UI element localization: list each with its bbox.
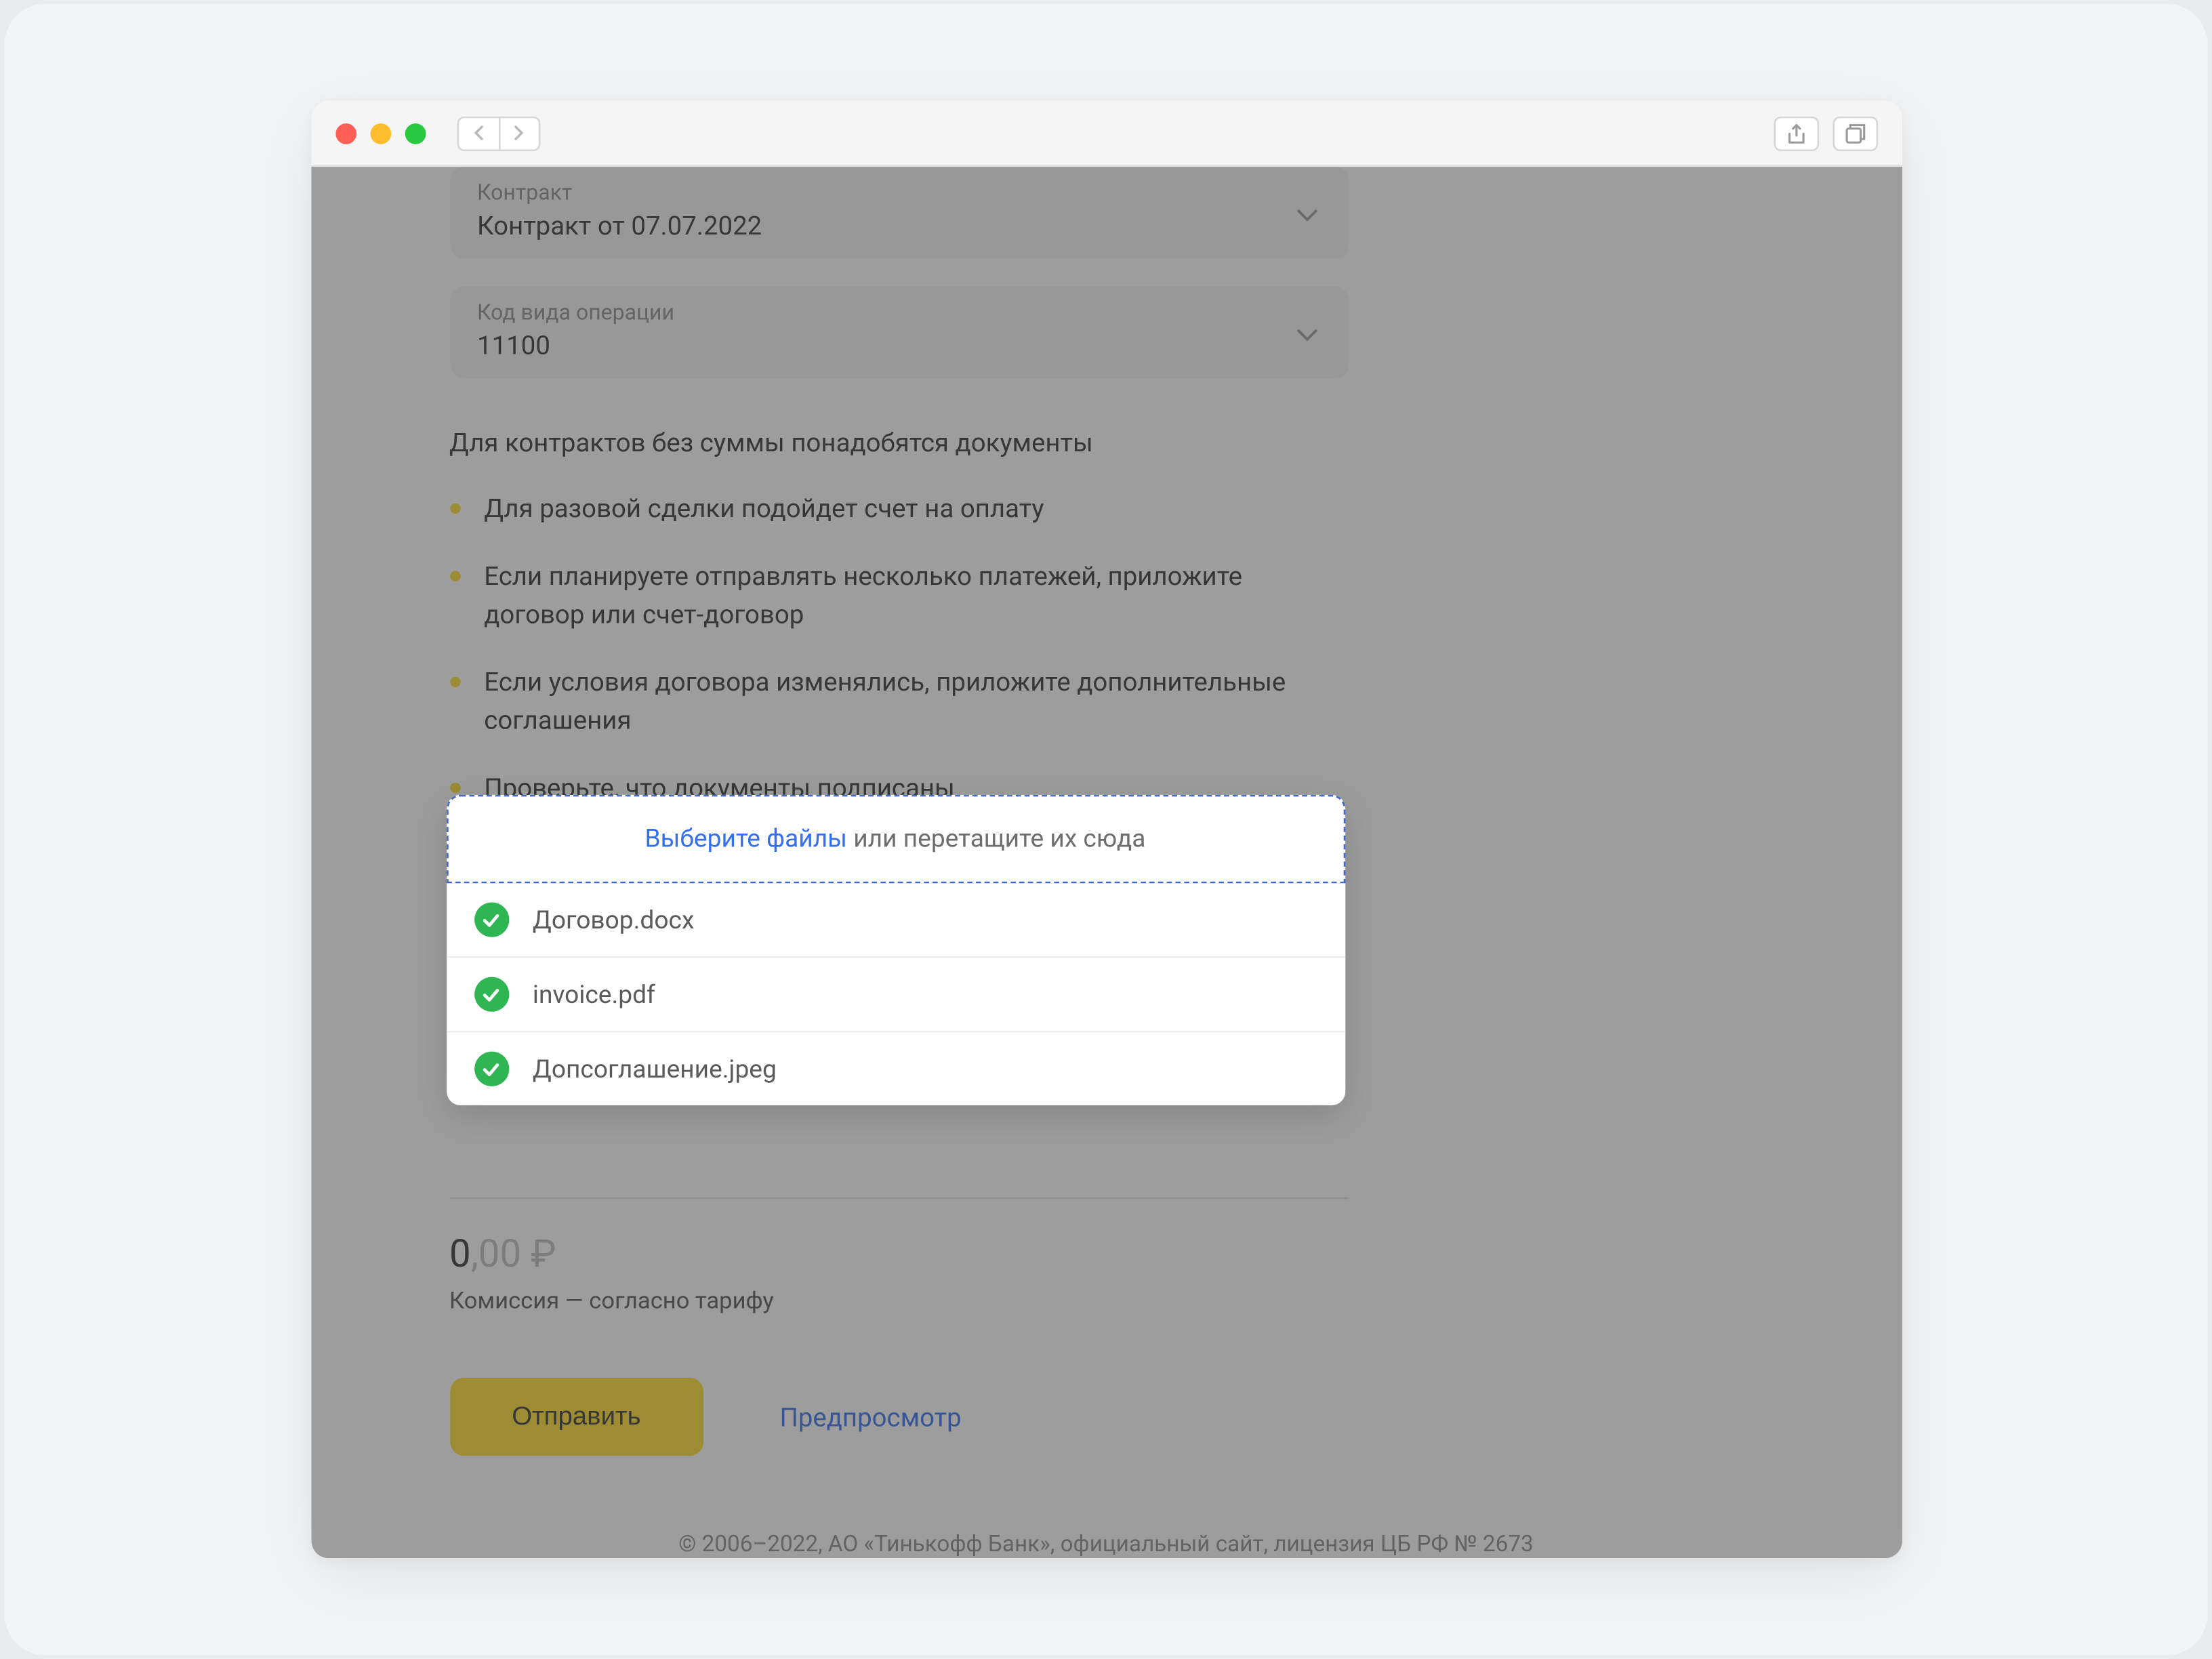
file-name: invoice.pdf [533, 979, 655, 1009]
titlebar-right [1773, 116, 1877, 150]
nav-buttons [456, 116, 539, 150]
share-button[interactable] [1773, 116, 1818, 150]
window-minimize-button[interactable] [369, 123, 390, 144]
file-item[interactable]: Допсоглашение.jpeg [446, 1033, 1345, 1106]
window-zoom-button[interactable] [404, 123, 425, 144]
file-item[interactable]: Договор.docx [446, 883, 1345, 958]
window-titlebar [310, 101, 1902, 167]
traffic-lights [335, 123, 425, 144]
check-circle-icon [474, 1052, 508, 1086]
dropzone-text: или перетащите их сюда [847, 824, 1145, 854]
choose-files-link[interactable]: Выберите файлы [644, 824, 847, 854]
file-name: Допсоглашение.jpeg [533, 1054, 777, 1084]
check-circle-icon [474, 977, 508, 1012]
chevron-left-icon [472, 125, 484, 141]
upload-panel: Выберите файлы или перетащите их сюда До… [446, 795, 1345, 1105]
nav-forward-button[interactable] [498, 116, 539, 150]
nav-back-button[interactable] [456, 116, 497, 150]
file-item[interactable]: invoice.pdf [446, 958, 1345, 1032]
window-close-button[interactable] [335, 123, 356, 144]
check-circle-icon [474, 903, 508, 937]
browser-window: Контракт Контракт от 07.07.2022 Код вида… [310, 101, 1902, 1558]
content-area: Контракт Контракт от 07.07.2022 Код вида… [310, 167, 1902, 1558]
file-dropzone[interactable]: Выберите файлы или перетащите их сюда [446, 795, 1345, 884]
chevron-right-icon [512, 125, 525, 141]
tabs-button[interactable] [1832, 116, 1877, 150]
uploaded-files-list: Договор.docx invoice.pdf Допсоглашение.j… [446, 883, 1345, 1105]
tabs-icon [1844, 123, 1865, 144]
share-icon [1785, 123, 1806, 144]
file-name: Договор.docx [533, 905, 694, 935]
